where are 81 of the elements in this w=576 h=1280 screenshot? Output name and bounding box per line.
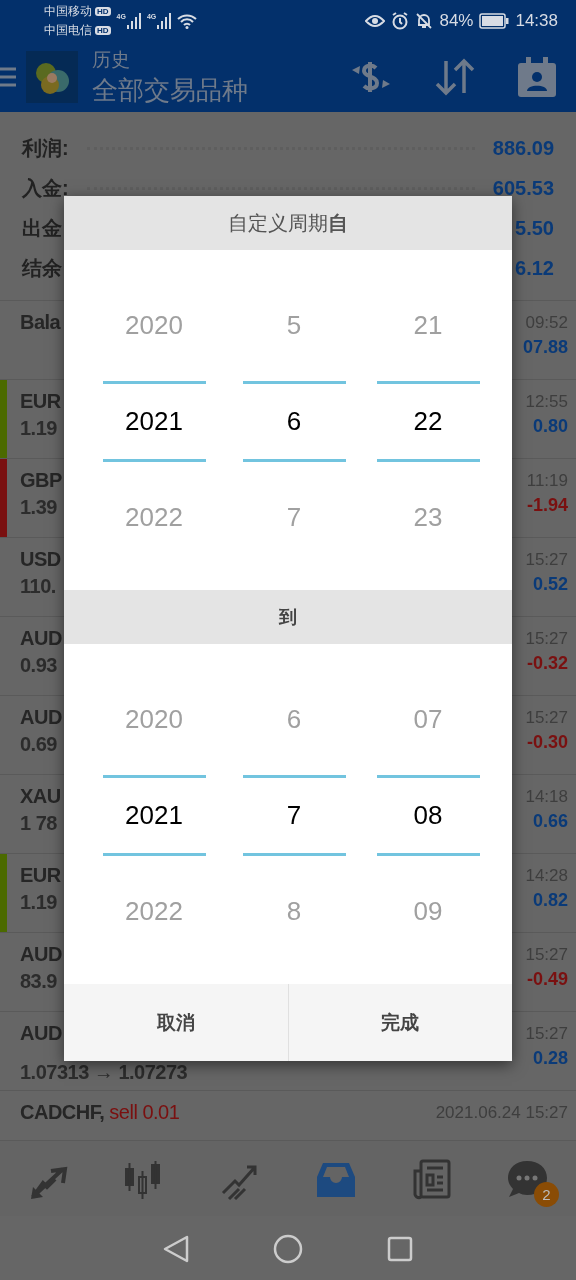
summary-value: 886.09 (492, 136, 554, 160)
picker-value[interactable]: 2020 (125, 703, 183, 735)
back-icon[interactable] (163, 1234, 189, 1263)
picker-value[interactable]: 6 (286, 703, 302, 735)
picker-value[interactable]: 21 (413, 309, 443, 341)
deal-profit: 0.80 (532, 416, 568, 437)
deal-price: 1.19 (20, 891, 57, 914)
deal-price: 83.9 (20, 970, 57, 993)
deal-symbol: AUD (20, 627, 62, 650)
picker-value[interactable]: 07 (413, 703, 443, 735)
muted-bell-icon (415, 12, 434, 30)
picker-value[interactable]: 8 (286, 895, 302, 927)
deal-price: 1.19 (20, 417, 57, 440)
carrier-name: 中国电信 (44, 22, 92, 39)
app-logo-icon (26, 51, 78, 103)
deal-price: 1.07313 → 1.07273 (20, 1061, 188, 1084)
dialog-title: 自定义周期自 (228, 210, 348, 236)
section-label: 到 (279, 606, 297, 629)
signal-icon (157, 13, 172, 29)
deal-price: 0.93 (20, 654, 57, 677)
deal-price: 1 78 (20, 812, 57, 835)
home-icon[interactable] (273, 1233, 303, 1264)
deal-symbol: Bala (20, 311, 61, 334)
signal-icon (126, 13, 141, 29)
wifi-icon (177, 13, 198, 29)
battery-percent: 84% (439, 11, 474, 31)
deal-profit: -0.32 (526, 653, 568, 674)
summary-value: 6.12 (515, 256, 554, 280)
picker-value[interactable]: 7 (242, 774, 346, 856)
picker-value[interactable]: 23 (413, 501, 443, 533)
picker-value[interactable]: 09 (413, 895, 443, 927)
deal-profit: -0.49 (526, 969, 568, 990)
picker-value[interactable]: 2021 (102, 774, 206, 856)
summary-label: 出金 (22, 215, 62, 241)
eye-icon (365, 14, 386, 28)
deal-symbol: CADCHF, sell 0.01 (20, 1101, 180, 1124)
recents-icon[interactable] (387, 1235, 413, 1262)
deal-symbol: GBP (20, 469, 62, 492)
deal-profit: -0.30 (526, 732, 568, 753)
hd-badge: HD (95, 26, 111, 35)
picker-value[interactable]: 2022 (125, 501, 183, 533)
picker-value[interactable]: 2021 (102, 380, 206, 462)
deal-profit: 0.66 (532, 811, 568, 832)
sort-icon[interactable] (434, 57, 476, 97)
summary-value: 5.50 (515, 216, 554, 240)
deal-symbol: AUD (20, 1022, 62, 1045)
picker-value[interactable]: 2022 (125, 895, 183, 927)
unread-badge: 2 (534, 1181, 559, 1207)
menu-icon[interactable] (0, 66, 16, 88)
calendar-contact-icon[interactable] (518, 57, 556, 97)
deal-symbol: USD (20, 548, 61, 571)
deal-price: 0.69 (20, 733, 57, 756)
summary-label: 入金: (22, 175, 69, 201)
summary-label: 利润: (22, 135, 69, 161)
deal-symbol: EUR (20, 864, 61, 887)
alarm-icon (391, 12, 410, 30)
deal-profit: 0.52 (532, 574, 568, 595)
clock-time: 14:38 (515, 11, 558, 31)
summary-label: 结余 (22, 255, 62, 281)
screen-title: 历史 (92, 47, 131, 72)
deal-symbol: AUD (20, 943, 62, 966)
deal-profit: -1.94 (526, 495, 568, 516)
deal-price: 1.39 (20, 496, 57, 519)
symbol-filter-title[interactable]: 全部交易品种 (92, 72, 248, 108)
deal-profit: 07.88 (522, 337, 568, 358)
deal-symbol: EUR (20, 390, 61, 413)
battery-icon (479, 13, 510, 29)
deal-symbol: AUD (20, 706, 62, 729)
deal-price: 110. (20, 575, 56, 598)
picker-value[interactable]: 5 (286, 309, 302, 341)
summary-value: 605.53 (492, 176, 554, 200)
picker-value[interactable]: 08 (376, 774, 480, 856)
carrier-name: 中国移动 (44, 3, 92, 20)
picker-value[interactable]: 22 (376, 380, 480, 462)
picker-value[interactable]: 2020 (125, 309, 183, 341)
deal-profit: 0.82 (532, 890, 568, 911)
hd-badge: HD (95, 7, 111, 16)
deal-profit: 0.28 (532, 1048, 568, 1069)
deal-symbol: XAU (20, 785, 61, 808)
picker-value[interactable]: 7 (286, 501, 302, 533)
picker-value[interactable]: 6 (242, 380, 346, 462)
